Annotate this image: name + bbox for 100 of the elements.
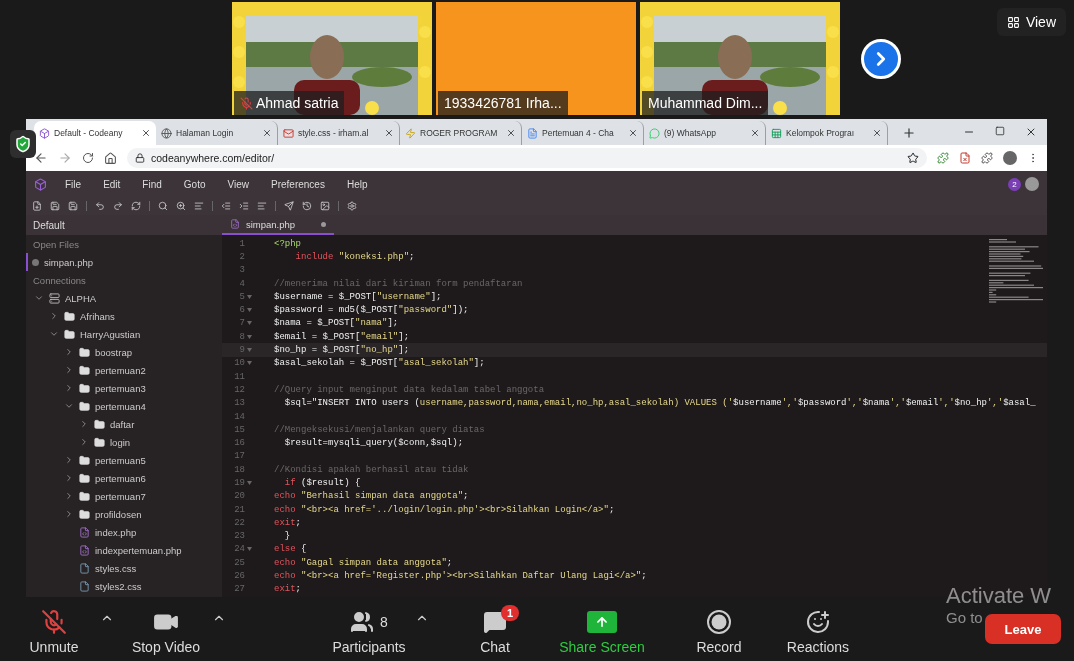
save-all-icon[interactable] — [68, 201, 78, 211]
chevron-right-icon[interactable] — [64, 365, 74, 375]
chevron-right-icon[interactable] — [49, 311, 59, 321]
tree-item[interactable]: HarryAgustian — [80, 328, 141, 340]
fold-icon[interactable] — [247, 547, 252, 552]
view-button[interactable]: View — [996, 8, 1066, 36]
tree-item[interactable]: pertemuan7 — [95, 490, 146, 502]
fold-icon[interactable] — [247, 361, 252, 366]
new-file-icon[interactable] — [32, 201, 42, 211]
fold-icon[interactable] — [247, 294, 252, 299]
record-icon[interactable] — [707, 610, 731, 634]
smiley-plus-icon[interactable] — [806, 610, 830, 634]
open-file-item[interactable]: simpan.php — [26, 253, 222, 271]
send-icon[interactable] — [284, 201, 294, 211]
chevron-right-icon[interactable] — [79, 437, 89, 447]
close-icon[interactable] — [750, 128, 760, 138]
menu-item[interactable]: Preferences — [271, 178, 325, 190]
chevron-down-icon[interactable] — [64, 401, 74, 411]
menu-item[interactable]: Help — [346, 178, 368, 190]
undo-icon[interactable] — [95, 201, 105, 211]
tree-item[interactable]: Afrihans — [80, 310, 115, 322]
close-icon[interactable] — [262, 128, 272, 138]
close-icon[interactable] — [384, 128, 394, 138]
avatar-icon[interactable] — [1003, 151, 1017, 165]
lines-icon[interactable] — [194, 201, 204, 211]
meeting-control-button[interactable]: Unmute — [9, 603, 99, 655]
history-icon[interactable] — [302, 201, 312, 211]
tree-item[interactable]: boostrap — [95, 346, 132, 358]
meeting-control-button[interactable]: 8 Participants — [324, 603, 414, 655]
avatar-icon[interactable] — [1025, 177, 1039, 191]
pdf-icon[interactable] — [959, 152, 971, 164]
tree-item[interactable]: pertemuan3 — [95, 382, 146, 394]
redo-icon[interactable] — [113, 201, 123, 211]
chevron-right-icon[interactable] — [64, 347, 74, 357]
indent-icon[interactable] — [239, 201, 249, 211]
menu-item[interactable]: File — [65, 178, 82, 190]
shield-check-icon[interactable] — [10, 130, 36, 158]
chevron-right-icon[interactable] — [64, 509, 74, 519]
tree-item[interactable]: pertemuan6 — [95, 472, 146, 484]
chevron-right-icon[interactable] — [64, 491, 74, 501]
next-page-button[interactable] — [861, 39, 901, 79]
menu-item[interactable]: Goto — [183, 178, 206, 190]
extension-icon[interactable] — [937, 152, 949, 164]
chat-bubble-icon[interactable] — [483, 610, 507, 634]
chevron-right-icon[interactable] — [64, 383, 74, 393]
reload-icon[interactable] — [82, 152, 94, 164]
close-icon[interactable] — [628, 128, 638, 138]
home-icon[interactable] — [104, 151, 117, 165]
share-screen-icon[interactable] — [587, 611, 617, 633]
tree-item[interactable]: pertemuan5 — [95, 454, 146, 466]
tree-item[interactable]: login — [110, 436, 131, 448]
outdent-icon[interactable] — [221, 201, 231, 211]
menu-item[interactable]: Find — [142, 178, 162, 190]
chevron-right-icon[interactable] — [79, 419, 89, 429]
meeting-control-button[interactable]: Reactions — [773, 603, 863, 655]
fold-icon[interactable] — [247, 334, 252, 339]
cube-icon[interactable] — [34, 177, 47, 191]
star-icon[interactable] — [907, 152, 919, 164]
editor-tab[interactable]: simpan.php — [222, 215, 334, 235]
close-icon[interactable] — [872, 128, 882, 138]
settings-icon[interactable] — [347, 201, 357, 211]
close-icon[interactable] — [1025, 126, 1037, 138]
tree-item[interactable]: indexpertemuan.php — [95, 544, 182, 556]
tree-item[interactable]: pertemuan4 — [95, 400, 146, 412]
back-icon[interactable] — [34, 151, 48, 165]
puzzle-icon[interactable] — [981, 152, 993, 164]
tree-item[interactable]: pertemuan2 — [95, 364, 146, 376]
menu-item[interactable]: View — [227, 178, 249, 190]
close-icon[interactable] — [141, 128, 151, 138]
fold-icon[interactable] — [247, 481, 252, 485]
fold-icon[interactable] — [247, 321, 252, 326]
tree-item[interactable]: styles.css — [95, 562, 137, 574]
browser-tab[interactable]: Default - Codeany — [34, 121, 156, 145]
meeting-control-button[interactable]: Share Screen — [557, 603, 647, 655]
tree-item[interactable]: daftar — [110, 418, 135, 430]
format-icon[interactable] — [257, 201, 267, 211]
preview-icon[interactable] — [320, 201, 330, 211]
chevron-right-icon[interactable] — [64, 455, 74, 465]
muted-microphone-icon[interactable] — [41, 609, 67, 635]
tree-item[interactable]: profildosen — [95, 508, 142, 520]
meeting-control-button[interactable]: 1 Chat — [450, 603, 540, 655]
fold-icon[interactable] — [247, 348, 252, 352]
meeting-control-button[interactable]: Record — [674, 603, 764, 655]
meeting-control-button[interactable]: Stop Video — [121, 603, 211, 655]
search-icon[interactable] — [158, 201, 168, 211]
leave-button[interactable]: Leave — [985, 614, 1061, 644]
chevron-right-icon[interactable] — [64, 473, 74, 483]
chevron-down-icon[interactable] — [49, 329, 59, 339]
zoom-icon[interactable] — [176, 201, 186, 211]
close-icon[interactable] — [506, 128, 516, 138]
tree-item[interactable]: ALPHA — [65, 292, 97, 304]
save-icon[interactable] — [50, 201, 60, 211]
chevron-down-icon[interactable] — [34, 293, 44, 303]
address-bar[interactable]: codeanywhere.com/editor/ — [127, 148, 927, 168]
maximize-icon[interactable] — [995, 126, 1005, 136]
menu-item[interactable]: Edit — [103, 178, 121, 190]
refresh-icon[interactable] — [131, 201, 141, 211]
tree-item[interactable]: index.php — [95, 526, 137, 538]
people-icon[interactable] — [350, 610, 375, 634]
fold-icon[interactable] — [247, 308, 252, 313]
